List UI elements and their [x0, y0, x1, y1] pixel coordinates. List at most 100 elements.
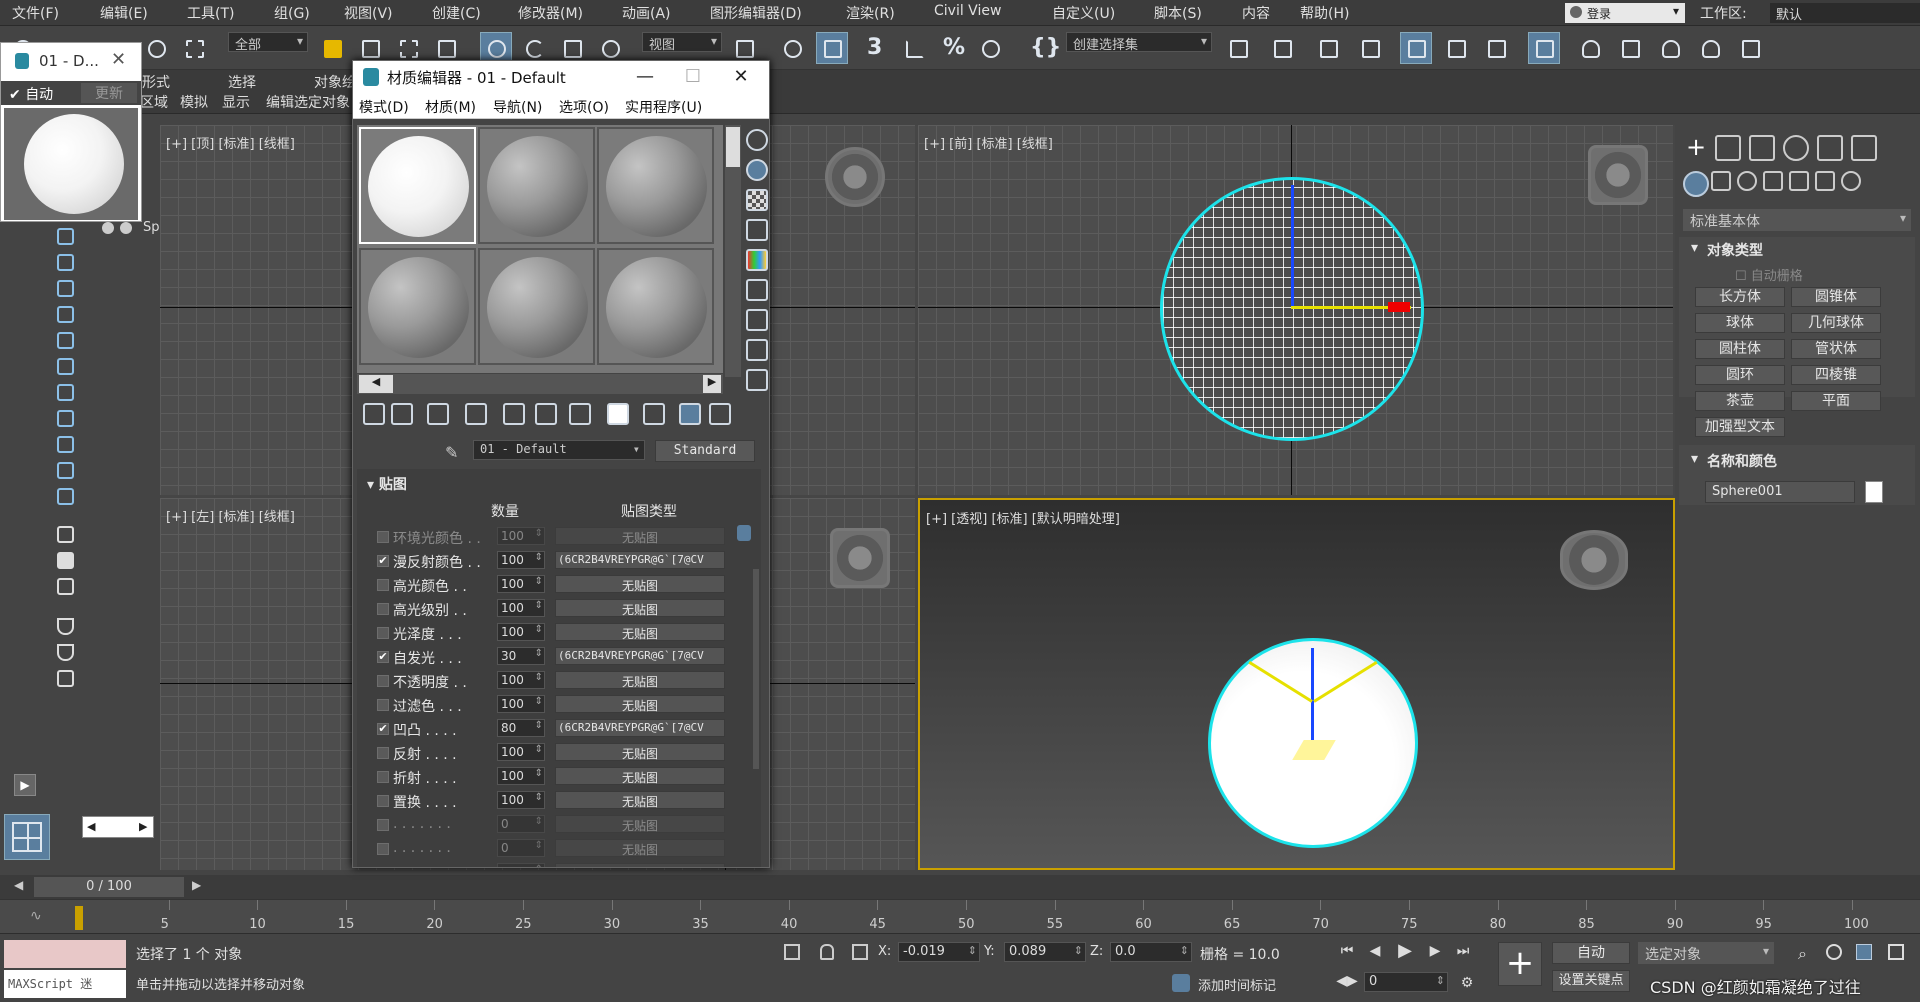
spacewarp-filter-icon[interactable] — [57, 332, 74, 349]
previous-frame-icon[interactable]: ◀ — [1364, 940, 1386, 962]
ribbon-item-edit-selected[interactable]: 编辑选定对象 — [266, 92, 350, 112]
ribbon-item-region[interactable]: 区域 — [140, 92, 168, 112]
invert-filter-icon[interactable] — [57, 578, 74, 595]
schematic-view-button[interactable] — [1480, 32, 1512, 64]
camera-filter-icon[interactable] — [57, 280, 74, 297]
map-amount-spinner[interactable]: 100 — [497, 743, 545, 761]
video-color-check-icon[interactable] — [746, 249, 768, 271]
login-dropdown[interactable]: 登录 — [1565, 3, 1685, 23]
menu-animation[interactable]: 动画(A) — [622, 3, 671, 23]
link-button[interactable] — [140, 32, 172, 64]
map-enable-checkbox[interactable] — [377, 603, 389, 615]
geosphere-button[interactable]: 几何球体 — [1791, 313, 1881, 333]
material-navigator-icon[interactable] — [746, 369, 768, 391]
snaps-toggle[interactable]: 3 — [860, 32, 892, 64]
menu-graph-editors[interactable]: 图形编辑器(D) — [710, 3, 802, 23]
mat-menu-utilities[interactable]: 实用程序(U) — [625, 97, 702, 117]
layer-explorer-button[interactable] — [1354, 32, 1386, 64]
map-slot-button[interactable]: 无贴图 — [555, 815, 725, 833]
category-dropdown[interactable]: 标准基本体 — [1683, 209, 1911, 231]
auto-checkbox[interactable]: ✔ 自动 — [9, 84, 53, 104]
sample-slot-3[interactable] — [597, 127, 714, 244]
map-enable-checkbox[interactable] — [377, 843, 389, 855]
menu-help[interactable]: 帮助(H) — [1300, 3, 1349, 23]
render-production-button[interactable] — [1654, 32, 1686, 64]
current-frame-marker[interactable] — [75, 906, 83, 930]
scroll-thumb[interactable] — [726, 127, 740, 167]
absolute-mode-icon[interactable] — [852, 944, 868, 960]
create-tab-plus-icon[interactable]: + — [1683, 135, 1709, 161]
track-bar[interactable]: ∿ 5 10 15 20 25 30 35 40 45 50 55 60 65 70 75 80 85 90 95 1… — [0, 899, 1920, 933]
gizmo-z-axis[interactable] — [1291, 185, 1294, 307]
maps-vscrollbar[interactable] — [753, 569, 759, 769]
close-icon[interactable]: ✕ — [719, 63, 763, 91]
viewport-perspective-label[interactable]: [+] [透视] [标准] [默认明暗处理] — [926, 508, 1120, 527]
teapot-button[interactable]: 茶壶 — [1695, 391, 1785, 411]
geometry-filter-icon[interactable] — [57, 228, 74, 245]
sample-slot-5[interactable] — [478, 248, 595, 365]
map-amount-spinner[interactable]: 100 — [497, 791, 545, 809]
menu-civil-view[interactable]: Civil View — [934, 3, 1001, 19]
show-shaded-material-icon[interactable] — [643, 403, 665, 425]
explorer-scrollbar[interactable]: ◀ ▶ — [82, 816, 154, 838]
scroll-left-icon[interactable]: ◀ — [87, 820, 95, 833]
shapes-category-icon[interactable] — [1711, 171, 1731, 191]
map-enable-checkbox[interactable] — [377, 531, 389, 543]
map-amount-spinner[interactable]: 0 — [497, 839, 545, 857]
map-amount-spinner[interactable]: 100 — [497, 767, 545, 785]
map-slot-button[interactable]: 无贴图 — [555, 791, 725, 809]
menu-content[interactable]: 内容 — [1242, 3, 1270, 23]
utilities-tab-wrench-icon[interactable] — [1851, 135, 1877, 161]
maxscript-listener-output[interactable] — [4, 940, 126, 968]
map-slot-button[interactable]: 无贴图 — [555, 527, 725, 545]
cameras-category-icon[interactable] — [1763, 171, 1783, 191]
map-amount-spinner[interactable]: 100 — [497, 599, 545, 617]
autogrid-checkbox[interactable]: ☐ 自动栅格 — [1735, 265, 1803, 284]
time-slider[interactable]: ◀ 0 / 100 ▶ — [0, 875, 1920, 899]
play-icon[interactable]: ▶ — [1394, 940, 1416, 962]
next-frame-icon[interactable]: ▶ — [192, 878, 201, 892]
show-end-result-icon[interactable] — [679, 403, 701, 425]
plane-button[interactable]: 平面 — [1791, 391, 1881, 411]
keyboard-shortcut-toggle[interactable] — [816, 32, 848, 64]
map-slot-button[interactable]: 无贴图 — [555, 695, 725, 713]
menu-file[interactable]: 文件(F) — [12, 3, 59, 23]
map-slot-button[interactable]: (6CR2B4VREYPGR@G`[7@CV — [555, 551, 725, 569]
material-id-channel-icon[interactable] — [569, 403, 591, 425]
map-amount-spinner[interactable]: 100 — [497, 671, 545, 689]
lock-selection-icon[interactable] — [820, 944, 834, 960]
bind-spacewarp-button[interactable] — [178, 32, 210, 64]
sample-type-icon[interactable] — [746, 129, 768, 151]
viewcube-top[interactable] — [825, 147, 885, 207]
object-type-title[interactable]: 对象类型 — [1683, 240, 1913, 262]
put-to-library-icon[interactable] — [535, 403, 557, 425]
go-to-parent-icon[interactable] — [709, 403, 731, 425]
mat-menu-navigation[interactable]: 导航(N) — [493, 97, 542, 117]
viewport-perspective[interactable]: [+] [透视] [标准] [默认明暗处理] — [918, 498, 1675, 870]
map-slot-button[interactable]: 无贴图 — [555, 575, 725, 593]
make-preview-icon[interactable] — [746, 279, 768, 301]
torus-button[interactable]: 圆环 — [1695, 365, 1785, 385]
set-key-plus-button[interactable]: + — [1498, 942, 1542, 986]
backlight-icon[interactable] — [746, 159, 768, 181]
map-slot-button[interactable]: 无贴图 — [555, 599, 725, 617]
visibility-icon[interactable] — [120, 222, 132, 234]
rendered-frame-window-button[interactable] — [1614, 32, 1646, 64]
maximize-icon[interactable]: ☐ — [671, 63, 715, 91]
map-enable-checkbox[interactable] — [377, 579, 389, 591]
y-coordinate-field[interactable]: 0.089 — [1004, 942, 1086, 962]
key-mode-icon[interactable]: ◀▶ — [1336, 970, 1358, 992]
workspace-dropdown[interactable]: 默认 — [1770, 3, 1920, 23]
map-enable-checkbox[interactable] — [377, 795, 389, 807]
map-amount-spinner[interactable]: 30 — [497, 647, 545, 665]
xref-filter-icon[interactable] — [57, 384, 74, 401]
go-to-end-icon[interactable]: ⏭ — [1452, 940, 1474, 962]
map-amount-spinner[interactable]: 0 — [497, 863, 545, 867]
cylinder-button[interactable]: 圆柱体 — [1695, 339, 1785, 359]
angle-snap-toggle[interactable] — [898, 32, 930, 64]
x-coordinate-field[interactable]: -0.019 — [898, 942, 980, 962]
map-amount-spinner[interactable]: 0 — [497, 815, 545, 833]
zoom-icon[interactable]: ⌕ — [1798, 944, 1807, 964]
expand-arrow-button[interactable]: ▶ — [14, 774, 36, 796]
time-config-icon[interactable]: ⚙ — [1456, 972, 1478, 994]
